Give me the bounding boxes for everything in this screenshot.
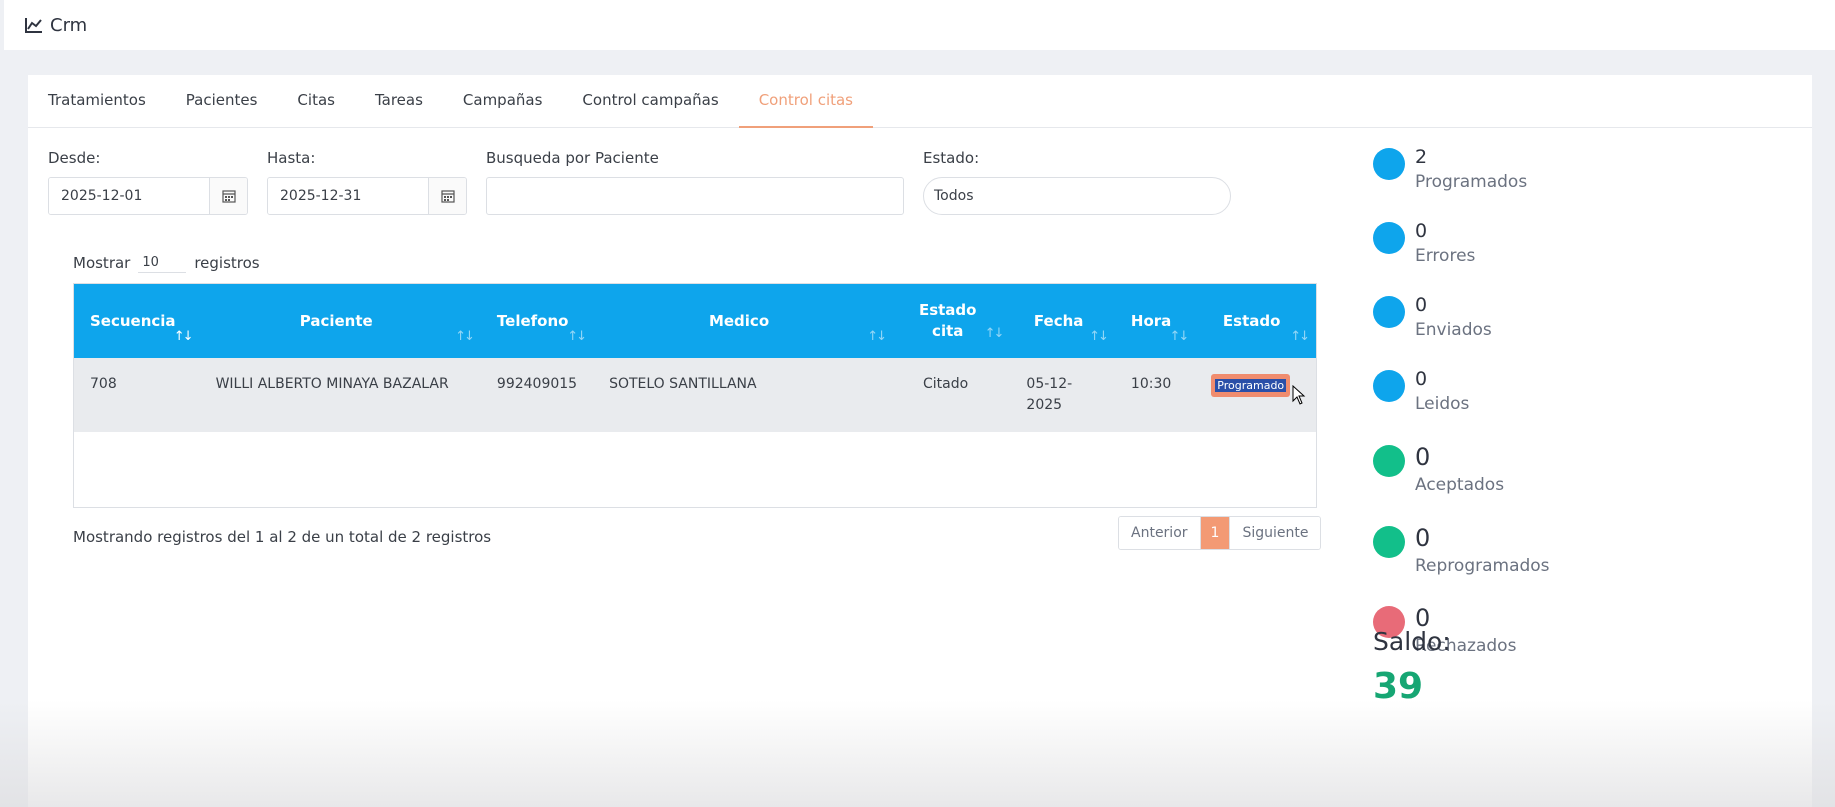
status-dot-icon bbox=[1373, 296, 1405, 328]
col-telefono[interactable]: Telefono ↑↓ bbox=[481, 284, 593, 358]
cell-fecha: 05-12-2025 bbox=[1026, 376, 1073, 413]
col-fecha[interactable]: Fecha ↑↓ bbox=[1010, 284, 1114, 358]
sort-icon: ↑↓ bbox=[1169, 329, 1190, 344]
stat-label: Reprogramados bbox=[1415, 556, 1550, 576]
stat-count: 0 bbox=[1415, 294, 1428, 316]
main-panel: Tratamientos Pacientes Citas Tareas Camp… bbox=[28, 75, 1812, 807]
status-dot-icon bbox=[1373, 526, 1405, 558]
desde-calendar-button[interactable] bbox=[209, 178, 247, 214]
table-row[interactable]: 708 WILLI ALBERTO MINAYA BAZALAR 9924090… bbox=[74, 358, 1316, 432]
stat-aceptados: 0 Aceptados bbox=[1373, 443, 1504, 495]
status-dot-icon bbox=[1373, 445, 1405, 477]
mouse-cursor-icon bbox=[1292, 385, 1306, 405]
cell-estado-cita: Citado bbox=[923, 376, 969, 392]
stat-label: Aceptados bbox=[1415, 475, 1505, 495]
sort-icon: ↑↓ bbox=[867, 329, 887, 344]
tab-control-citas[interactable]: Control citas bbox=[738, 75, 873, 128]
app-header: Crm bbox=[4, 0, 1835, 50]
stat-count: 0 bbox=[1415, 443, 1431, 471]
desde-label: Desde: bbox=[48, 149, 101, 167]
status-dot-icon bbox=[1373, 222, 1405, 254]
sort-icon: ↑↓ bbox=[567, 329, 587, 344]
col-hora[interactable]: Hora ↑↓ bbox=[1115, 284, 1195, 358]
estado-select[interactable]: Todos bbox=[923, 177, 1231, 215]
sort-desc-icon: ↑↓ bbox=[173, 329, 194, 344]
calendar-icon bbox=[221, 190, 236, 203]
cell-medico: SOTELO SANTILLANA bbox=[609, 376, 757, 392]
tab-control-campanas[interactable]: Control campañas bbox=[562, 75, 738, 128]
stat-reprogramados: 0 Reprogramados bbox=[1373, 524, 1550, 576]
cell-paciente: WILLI ALBERTO MINAYA BAZALAR bbox=[215, 376, 449, 392]
table-info: Mostrando registros del 1 al 2 de un tot… bbox=[73, 528, 492, 546]
stat-count: 0 bbox=[1415, 368, 1428, 390]
hasta-calendar-button[interactable] bbox=[428, 178, 466, 214]
stat-label: Leidos bbox=[1415, 394, 1470, 414]
page-length-row: Mostrar registros bbox=[73, 253, 260, 273]
stat-programados: 2 Programados bbox=[1373, 146, 1527, 192]
stat-label: Errores bbox=[1415, 246, 1476, 266]
desde-date-input[interactable] bbox=[49, 178, 209, 214]
sort-icon: ↑↓ bbox=[455, 329, 475, 344]
status-badge[interactable]: Programado bbox=[1211, 374, 1291, 397]
pager-page-1[interactable]: 1 bbox=[1200, 517, 1230, 549]
pagination: Anterior 1 Siguiente bbox=[1118, 516, 1322, 550]
hasta-label: Hasta: bbox=[267, 149, 316, 167]
stat-leidos: 0 Leidos bbox=[1373, 368, 1469, 414]
sort-icon: ↑↓ bbox=[984, 326, 1005, 341]
stat-errores: 0 Errores bbox=[1373, 220, 1475, 266]
hasta-date-group bbox=[267, 177, 467, 215]
stat-label: Enviados bbox=[1415, 320, 1492, 340]
tab-tareas[interactable]: Tareas bbox=[355, 75, 443, 128]
show-suffix: registros bbox=[194, 254, 260, 272]
col-paciente[interactable]: Paciente ↑↓ bbox=[200, 284, 481, 358]
pager-prev-button[interactable]: Anterior bbox=[1119, 517, 1201, 549]
desde-date-group bbox=[48, 177, 248, 215]
cell-telefono: 992409015 bbox=[496, 376, 578, 392]
hasta-date-input[interactable] bbox=[268, 178, 428, 214]
col-secuencia[interactable]: Secuencia ↑↓ bbox=[74, 284, 200, 358]
cell-secuencia: 708 bbox=[90, 376, 117, 392]
stat-count: 2 bbox=[1415, 146, 1428, 168]
stat-label: Programados bbox=[1415, 172, 1528, 192]
cell-hora: 10:30 bbox=[1130, 376, 1172, 392]
stat-count: 0 bbox=[1415, 220, 1428, 242]
show-prefix: Mostrar bbox=[73, 254, 131, 272]
sort-icon: ↑↓ bbox=[1290, 329, 1310, 344]
page-length-select[interactable] bbox=[138, 253, 187, 273]
tab-bar: Tratamientos Pacientes Citas Tareas Camp… bbox=[28, 75, 1812, 128]
tab-tratamientos[interactable]: Tratamientos bbox=[28, 75, 166, 128]
pager-next-button[interactable]: Siguiente bbox=[1229, 517, 1321, 549]
estado-label: Estado: bbox=[923, 149, 980, 167]
sort-icon: ↑↓ bbox=[1089, 329, 1109, 344]
calendar-icon bbox=[440, 190, 455, 203]
app-title: Crm bbox=[50, 14, 88, 36]
paciente-search-label: Busqueda por Paciente bbox=[486, 149, 659, 167]
saldo-value: 39 bbox=[1373, 666, 1424, 707]
tab-campanas[interactable]: Campañas bbox=[443, 75, 563, 128]
tab-pacientes[interactable]: Pacientes bbox=[166, 75, 278, 128]
table-header-row: Secuencia ↑↓ Paciente ↑↓ Telefono ↑↓ Medico… bbox=[74, 284, 1316, 358]
col-estado-cita[interactable]: Estado cita ↑↓ bbox=[893, 284, 1010, 358]
tab-citas[interactable]: Citas bbox=[277, 75, 355, 128]
status-dot-icon bbox=[1373, 370, 1405, 402]
col-estado[interactable]: Estado ↑↓ bbox=[1195, 284, 1316, 358]
saldo-label: Saldo: bbox=[1373, 627, 1451, 656]
citas-table: Secuencia ↑↓ Paciente ↑↓ Telefono ↑↓ Medico… bbox=[73, 283, 1317, 508]
line-chart-icon bbox=[25, 18, 42, 33]
status-dot-icon bbox=[1373, 148, 1405, 180]
paciente-search-input[interactable] bbox=[486, 177, 904, 215]
stat-enviados: 0 Enviados bbox=[1373, 294, 1492, 340]
col-medico[interactable]: Medico ↑↓ bbox=[593, 284, 893, 358]
stat-count: 0 bbox=[1415, 524, 1431, 552]
